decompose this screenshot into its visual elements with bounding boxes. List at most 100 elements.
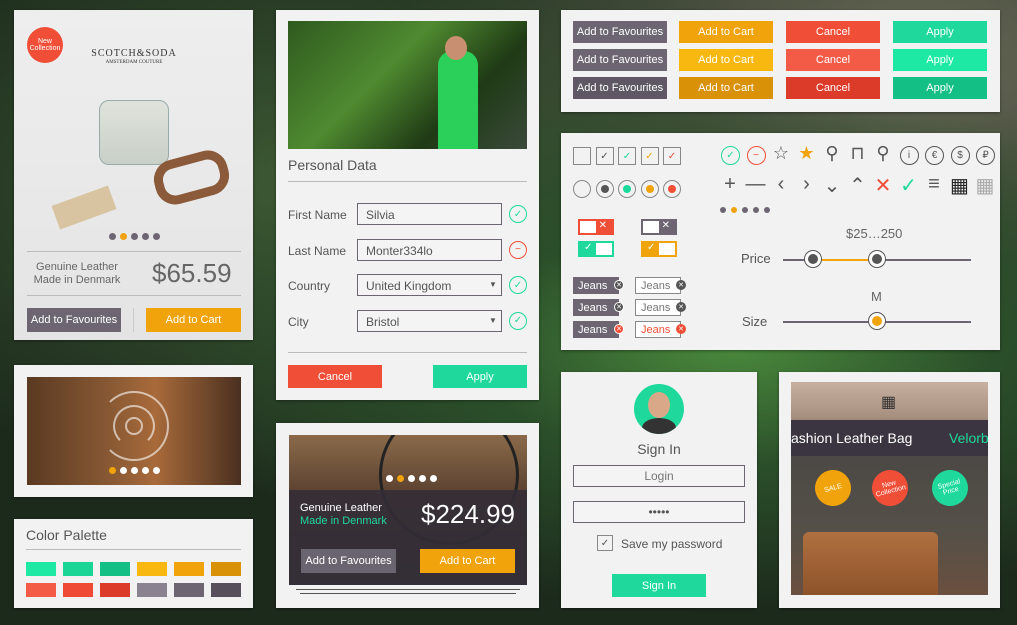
remove-tag-icon[interactable]: ✕ bbox=[676, 324, 686, 334]
checkbox-checked[interactable]: ✓ bbox=[618, 147, 636, 165]
add-to-favourites-button[interactable]: Add to Favourites bbox=[27, 308, 121, 332]
price-slider-min-handle[interactable] bbox=[804, 250, 822, 268]
fav-button[interactable]: Add to Favourites bbox=[573, 49, 667, 71]
chevron-down-icon[interactable]: ⌄ bbox=[821, 173, 843, 198]
loader-card bbox=[14, 365, 253, 497]
tag-outline[interactable]: Jeans bbox=[635, 277, 681, 294]
toggle-off-grey[interactable]: ✕ bbox=[641, 219, 677, 235]
cancel-button[interactable]: Cancel bbox=[786, 77, 880, 99]
check-circle-icon[interactable]: ✓ bbox=[721, 146, 740, 165]
euro-icon[interactable]: € bbox=[925, 146, 944, 165]
sale-badge: SALE bbox=[810, 465, 856, 511]
tag-outline[interactable]: Jeans bbox=[635, 299, 681, 316]
color-swatch bbox=[137, 583, 167, 597]
fav-button[interactable]: Add to Favourites bbox=[573, 21, 667, 43]
add-to-favourites-button[interactable]: Add to Favourites bbox=[301, 549, 396, 573]
tag-outline[interactable]: Jeans bbox=[635, 321, 681, 338]
map-pin-icon[interactable]: ⚲ bbox=[872, 143, 894, 164]
checkbox-unchecked[interactable] bbox=[573, 147, 591, 165]
field-input[interactable]: United Kingdom bbox=[357, 274, 502, 296]
cancel-button[interactable]: Cancel bbox=[288, 365, 382, 388]
menu-icon[interactable]: ≡ bbox=[923, 173, 945, 196]
tag-filled[interactable]: Jeans bbox=[573, 299, 619, 316]
color-swatch bbox=[211, 583, 241, 597]
minus-circle-icon: − bbox=[509, 240, 527, 259]
apply-button[interactable]: Apply bbox=[893, 77, 987, 99]
toggle-off-red[interactable]: ✕ bbox=[578, 219, 614, 235]
shopping-bag-icon[interactable]: ⊓ bbox=[847, 143, 869, 164]
new-collection-badge: New Collection bbox=[867, 465, 913, 511]
checkbox-checked[interactable]: ✓ bbox=[663, 147, 681, 165]
minus-icon[interactable]: — bbox=[745, 173, 767, 196]
remove-tag-icon[interactable]: ✕ bbox=[614, 324, 624, 334]
form-title: Personal Data bbox=[288, 157, 377, 173]
remove-tag-icon[interactable]: ✕ bbox=[614, 302, 624, 312]
cart-button[interactable]: Add to Cart bbox=[679, 21, 773, 43]
info-icon[interactable]: i bbox=[899, 146, 919, 165]
save-password-label: Save my password bbox=[621, 537, 723, 551]
apply-button[interactable]: Apply bbox=[893, 49, 987, 71]
color-swatch bbox=[26, 583, 56, 597]
price-label: Price bbox=[741, 251, 771, 266]
password-input[interactable]: ••••• bbox=[573, 501, 745, 523]
cart-button[interactable]: Add to Cart bbox=[679, 49, 773, 71]
toggle-on-green[interactable]: ✓ bbox=[578, 241, 614, 257]
sign-in-card: Sign In ••••• ✓ Save my password Sign In bbox=[561, 372, 757, 608]
remove-tag-icon[interactable]: ✕ bbox=[614, 280, 624, 290]
tag-filled[interactable]: Jeans bbox=[573, 277, 619, 294]
remove-tag-icon[interactable]: ✕ bbox=[676, 302, 686, 312]
cancel-button[interactable]: Cancel bbox=[786, 49, 880, 71]
price-slider-max-handle[interactable] bbox=[868, 250, 886, 268]
checkbox-checked[interactable]: ✓ bbox=[595, 147, 614, 165]
dropdown-arrow-icon[interactable]: ▼ bbox=[489, 280, 497, 289]
radio-selected[interactable] bbox=[595, 180, 614, 198]
product-price: $224.99 bbox=[421, 499, 515, 529]
product-image bbox=[44, 95, 234, 235]
ruble-icon[interactable]: ₽ bbox=[976, 146, 995, 165]
grid-filled-icon[interactable]: ▦ bbox=[949, 173, 971, 198]
chevron-right-icon[interactable]: › bbox=[796, 173, 818, 196]
brand-subtitle: AMSTERDAM COUTURE bbox=[105, 60, 163, 65]
grid-outline-icon[interactable]: ▦ bbox=[974, 173, 996, 198]
star-filled-icon[interactable]: ★ bbox=[796, 143, 818, 164]
radio-unselected[interactable] bbox=[573, 180, 591, 198]
chevron-left-icon[interactable]: ‹ bbox=[770, 173, 792, 196]
check-icon[interactable]: ✓ bbox=[898, 173, 920, 198]
radio-selected[interactable] bbox=[663, 180, 681, 198]
radio-selected[interactable] bbox=[640, 180, 659, 198]
radio-selected[interactable] bbox=[618, 180, 636, 198]
size-slider-handle[interactable] bbox=[868, 312, 886, 330]
plus-icon[interactable]: + bbox=[719, 173, 741, 196]
apply-button[interactable]: Apply bbox=[433, 365, 527, 388]
check-circle-icon: ✓ bbox=[509, 205, 527, 223]
fav-button[interactable]: Add to Favourites bbox=[573, 77, 667, 99]
tag-filled[interactable]: Jeans bbox=[573, 321, 619, 338]
chevron-up-icon[interactable]: ⌃ bbox=[847, 173, 869, 198]
new-collection-badge: New Collection bbox=[27, 27, 63, 63]
apply-button[interactable]: Apply bbox=[893, 21, 987, 43]
remove-tag-icon[interactable]: ✕ bbox=[676, 280, 686, 290]
dollar-icon[interactable]: $ bbox=[950, 146, 970, 165]
field-input[interactable]: Monter334lo bbox=[357, 238, 502, 261]
field-input[interactable]: Silvia bbox=[357, 203, 502, 225]
color-swatch bbox=[63, 562, 93, 576]
field-input[interactable]: Bristol bbox=[357, 309, 502, 332]
cancel-button[interactable]: Cancel bbox=[786, 21, 880, 43]
product-description: Genuine Leather Made in Denmark bbox=[33, 261, 121, 286]
cart-button[interactable]: Add to Cart bbox=[679, 77, 773, 99]
checkbox-checked[interactable]: ✓ bbox=[640, 147, 659, 165]
save-password-checkbox[interactable]: ✓ bbox=[597, 535, 613, 551]
product-line2: Made in Denmark bbox=[300, 515, 387, 527]
login-input[interactable] bbox=[573, 465, 745, 487]
dropdown-arrow-icon[interactable]: ▼ bbox=[489, 316, 497, 325]
grid-icon[interactable]: ▦ bbox=[881, 392, 896, 412]
sign-in-button[interactable]: Sign In bbox=[612, 574, 706, 597]
add-to-cart-button[interactable]: Add to Cart bbox=[146, 308, 241, 332]
minus-circle-icon[interactable]: − bbox=[746, 146, 766, 165]
close-icon[interactable]: ✕ bbox=[872, 173, 894, 198]
toggle-on-orange[interactable]: ✓ bbox=[641, 241, 677, 257]
add-to-cart-button[interactable]: Add to Cart bbox=[420, 549, 515, 573]
product-card: New Collection SCOTCH&SODA AMSTERDAM COU… bbox=[14, 10, 253, 340]
star-outline-icon[interactable]: ☆ bbox=[770, 143, 792, 164]
search-icon[interactable]: ⚲ bbox=[821, 143, 843, 164]
